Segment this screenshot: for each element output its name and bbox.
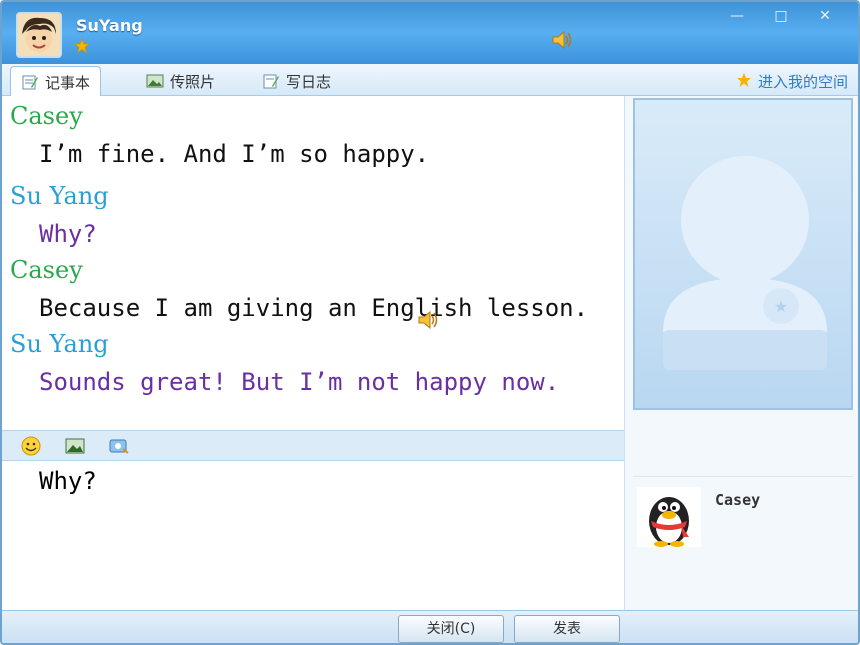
tab-diary-label: 写日志: [286, 72, 332, 91]
profile-panel: ★ Casey: [624, 96, 858, 610]
send-button[interactable]: 发表: [514, 615, 620, 643]
message-sender: Casey: [10, 102, 83, 130]
input-toolbar: [2, 430, 624, 461]
tab-bar: 记事本 传照片 写日志 进入我的空间: [2, 64, 858, 97]
user-avatar[interactable]: [16, 12, 62, 58]
tab-notepad[interactable]: 记事本: [10, 66, 102, 97]
message-text: Sounds great! But I’m not happy now.: [39, 368, 560, 396]
message-history[interactable]: Casey I’m fine. And I’m so happy. Su Yan…: [2, 96, 624, 430]
profile-picture: ★: [633, 98, 853, 410]
username: SuYang: [76, 16, 143, 35]
message-text: I’m fine. And I’m so happy.: [39, 140, 430, 168]
contact-name: Casey: [715, 491, 761, 509]
level-star-icon: [74, 38, 90, 54]
notepad-icon: [21, 73, 39, 91]
maximize-button[interactable]: □: [762, 6, 800, 26]
tab-photo-label: 传照片: [170, 72, 216, 91]
message-input-value: Why?: [39, 467, 97, 495]
enter-space-label: 进入我的空间: [757, 73, 848, 91]
speaker-icon[interactable]: [416, 308, 440, 332]
message-text: Why?: [39, 220, 97, 248]
message-sender: Su Yang: [10, 330, 109, 358]
title-bar[interactable]: SuYang — □ ✕: [2, 2, 858, 64]
default-avatar-icon: ★: [663, 156, 827, 370]
close-window-button[interactable]: ✕: [806, 6, 844, 26]
penguin-avatar-icon: [637, 487, 701, 547]
star-icon: [736, 72, 752, 92]
speaker-icon[interactable]: [550, 28, 574, 52]
svg-text:★: ★: [774, 297, 788, 316]
tab-photo[interactable]: 传照片: [136, 66, 225, 96]
tab-notepad-label: 记事本: [45, 73, 91, 92]
enter-space-link[interactable]: 进入我的空间: [736, 71, 848, 92]
screenshot-icon[interactable]: [108, 436, 130, 456]
emoji-icon[interactable]: [20, 436, 42, 456]
window-controls: — □ ✕: [718, 6, 844, 26]
tab-diary[interactable]: 写日志: [252, 66, 341, 96]
message-sender: Casey: [10, 256, 83, 284]
chat-window: SuYang — □ ✕ 记事本 传照片 写日志 进入我的空间 Casey I’…: [0, 0, 860, 645]
message-input[interactable]: Why?: [2, 461, 624, 611]
minimize-button[interactable]: —: [718, 6, 756, 26]
message-sender: Su Yang: [10, 182, 109, 210]
bottom-bar: 关闭(C) 发表: [2, 610, 858, 643]
photo-icon: [146, 72, 164, 90]
contact-item[interactable]: Casey: [633, 476, 853, 547]
message-text: Because I am giving an English lesson.: [39, 294, 589, 322]
image-icon[interactable]: [64, 436, 86, 456]
diary-icon: [262, 72, 280, 90]
close-button[interactable]: 关闭(C): [398, 615, 504, 643]
